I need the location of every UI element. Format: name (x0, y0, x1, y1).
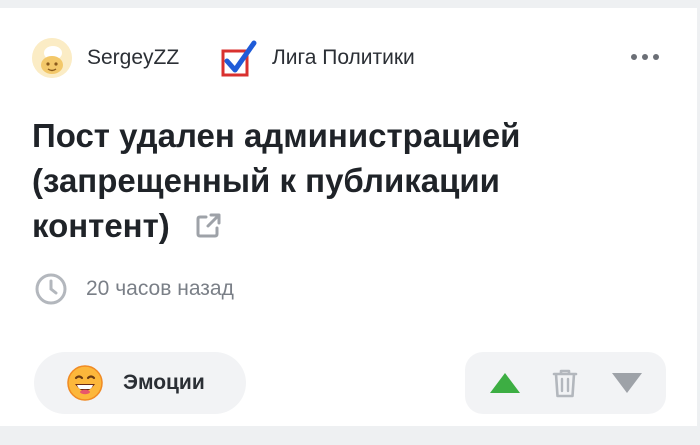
triangle-up-icon (490, 373, 520, 393)
author-avatar[interactable] (32, 38, 72, 78)
downvote-button[interactable] (597, 352, 657, 414)
author-name[interactable]: SergeyZZ (87, 47, 179, 69)
emotions-label: Эмоции (123, 371, 205, 394)
post-header: SergeyZZ Лига Политики (32, 38, 665, 78)
post-card: SergeyZZ Лига Политики Пост удален админ… (0, 8, 697, 426)
community-logo-icon[interactable] (220, 40, 258, 78)
external-link-icon[interactable] (194, 206, 222, 238)
trash-icon (552, 369, 578, 398)
upvote-button[interactable] (475, 352, 535, 414)
avatar-image (32, 38, 72, 78)
post-time-text: 20 часов назад (86, 277, 234, 300)
emotions-button[interactable]: Эмоции (34, 352, 246, 414)
triangle-down-icon (612, 373, 642, 393)
vote-controls (465, 352, 666, 414)
more-dots-icon (631, 54, 637, 60)
community-name[interactable]: Лига Политики (272, 47, 415, 69)
post-title-text: Пост удален администрацией (запрещенный … (32, 117, 521, 244)
clock-icon (35, 273, 67, 305)
delete-button[interactable] (535, 352, 595, 414)
more-options-button[interactable] (625, 42, 665, 72)
post-time: 20 часов назад (34, 272, 234, 306)
post-title[interactable]: Пост удален администрацией (запрещенный … (32, 113, 592, 248)
smiling-face-emoji (67, 365, 103, 401)
